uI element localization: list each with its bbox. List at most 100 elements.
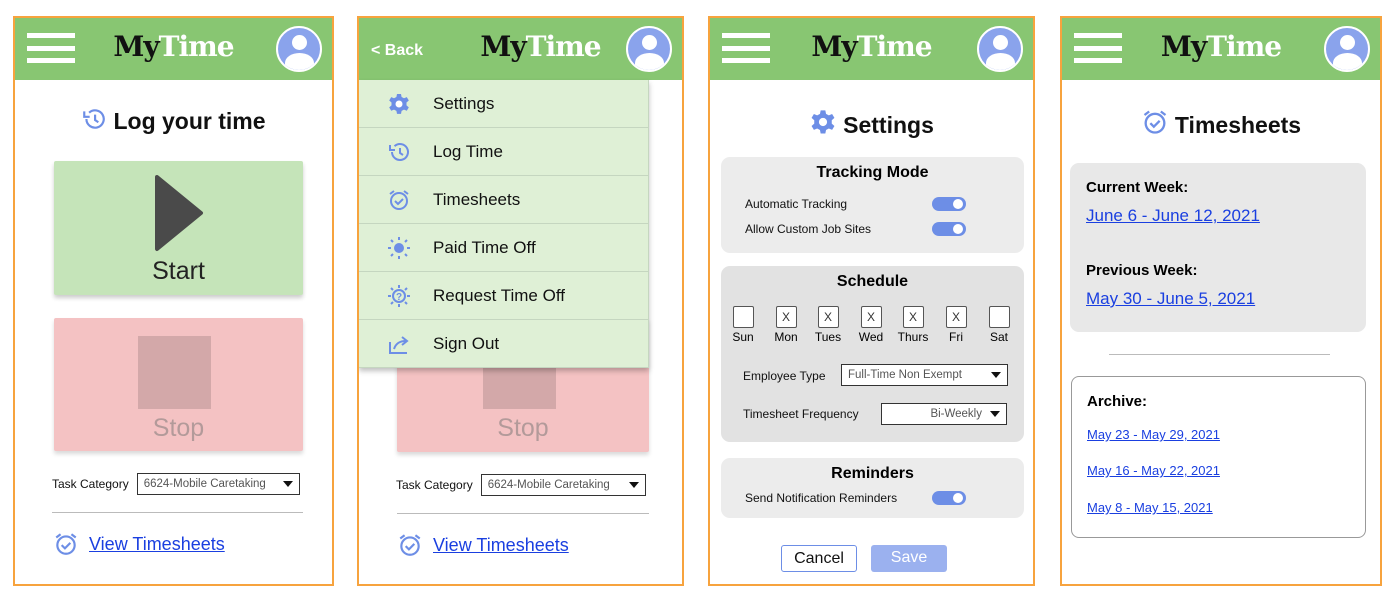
day-checkbox[interactable]: X bbox=[902, 306, 924, 328]
start-button[interactable]: Start bbox=[54, 161, 303, 295]
task-category-select[interactable]: 6624-Mobile Caretaking bbox=[480, 474, 646, 496]
sun-question-icon bbox=[387, 284, 411, 308]
menu-item-settings[interactable]: Settings bbox=[359, 80, 649, 128]
logo-my: My bbox=[1160, 30, 1207, 63]
chevron-down-icon bbox=[282, 481, 293, 487]
page-title-text: Settings bbox=[843, 112, 934, 138]
archive-label: Archive: bbox=[1087, 393, 1148, 410]
menu-item-sign-out[interactable]: Sign Out bbox=[359, 320, 649, 368]
reminders-card: Reminders Send Notification Reminders bbox=[721, 458, 1024, 518]
current-week-label: Current Week: bbox=[1086, 179, 1189, 196]
day-label: Tues bbox=[814, 330, 842, 344]
menu-item-label: Log Time bbox=[433, 141, 503, 161]
history-icon bbox=[387, 140, 411, 164]
day-checkbox[interactable]: X bbox=[775, 306, 797, 328]
menu-item-request-time-off[interactable]: Request Time Off bbox=[359, 272, 649, 320]
page-title: Timesheets bbox=[1062, 108, 1380, 139]
logo-my: My bbox=[480, 30, 526, 63]
day-thurs[interactable]: X Thurs bbox=[893, 306, 933, 344]
custom-job-sites-label: Allow Custom Job Sites bbox=[745, 222, 872, 236]
divider bbox=[1109, 354, 1330, 355]
archive-card: Archive: May 23 - May 29, 2021 May 16 - … bbox=[1071, 376, 1366, 538]
day-fri[interactable]: X Fri bbox=[936, 306, 976, 344]
stop-icon bbox=[138, 336, 211, 409]
menu-item-label: Settings bbox=[433, 93, 495, 113]
menu-item-paid-time-off[interactable]: Paid Time Off bbox=[359, 224, 649, 272]
current-week-link[interactable]: June 6 - June 12, 2021 bbox=[1086, 206, 1260, 226]
timesheet-frequency-value: Bi-Weekly bbox=[930, 408, 982, 420]
archive-link[interactable]: May 16 - May 22, 2021 bbox=[1087, 463, 1220, 478]
task-category-label: Task Category bbox=[396, 478, 473, 492]
avatar[interactable] bbox=[626, 26, 672, 72]
day-label: Wed bbox=[858, 330, 884, 344]
day-checkbox[interactable] bbox=[988, 306, 1010, 328]
day-checkbox[interactable]: X bbox=[817, 306, 839, 328]
day-mon[interactable]: X Mon bbox=[766, 306, 806, 344]
task-category-value: 6624-Mobile Caretaking bbox=[143, 478, 266, 490]
save-button[interactable]: Save bbox=[871, 545, 947, 572]
day-sat[interactable]: Sat bbox=[979, 306, 1019, 344]
stop-button[interactable]: Stop bbox=[54, 318, 303, 451]
day-checkbox[interactable] bbox=[732, 306, 754, 328]
previous-week-link[interactable]: May 30 - June 5, 2021 bbox=[1086, 289, 1255, 309]
avatar[interactable] bbox=[977, 26, 1023, 72]
view-timesheets-text[interactable]: View Timesheets bbox=[89, 534, 225, 555]
alarm-check-icon bbox=[1141, 108, 1169, 136]
menu-item-log-time[interactable]: Log Time bbox=[359, 128, 649, 176]
view-timesheets-link[interactable]: View Timesheets bbox=[53, 531, 225, 557]
app-header: MyTime bbox=[1062, 18, 1380, 80]
day-checkbox[interactable]: X bbox=[860, 306, 882, 328]
day-label: Sat bbox=[989, 330, 1008, 344]
log-time-screen: MyTime Log your time Start Stop Task Cat… bbox=[13, 16, 334, 586]
page-title-text: Log your time bbox=[113, 108, 266, 134]
logo-my: My bbox=[811, 30, 857, 63]
cancel-button[interactable]: Cancel bbox=[781, 545, 857, 572]
day-label: Mon bbox=[774, 330, 798, 344]
timesheet-frequency-select[interactable]: Bi-Weekly bbox=[881, 403, 1007, 425]
settings-screen: MyTime Settings Tracking Mode Automatic … bbox=[708, 16, 1035, 586]
employee-type-select[interactable]: Full-Time Non Exempt bbox=[841, 364, 1008, 386]
nav-menu: Settings Log Time Timesheets Paid Time O… bbox=[359, 80, 649, 368]
share-out-icon bbox=[387, 332, 411, 356]
timesheets-screen: MyTime Timesheets Current Week: June 6 -… bbox=[1060, 16, 1382, 586]
employee-type-value: Full-Time Non Exempt bbox=[848, 369, 962, 381]
avatar[interactable] bbox=[1324, 26, 1370, 72]
timesheet-frequency-label: Timesheet Frequency bbox=[743, 407, 859, 421]
logo-my: My bbox=[113, 30, 159, 63]
alarm-check-icon bbox=[387, 188, 411, 212]
notification-reminders-label: Send Notification Reminders bbox=[745, 491, 898, 505]
logo-time: Time bbox=[856, 30, 933, 63]
sun-icon bbox=[387, 236, 411, 260]
stop-label: Stop bbox=[497, 414, 549, 442]
menu-item-timesheets[interactable]: Timesheets bbox=[359, 176, 649, 224]
custom-job-sites-toggle[interactable] bbox=[932, 222, 966, 236]
app-header: < Back MyTime bbox=[359, 18, 682, 80]
archive-link[interactable]: May 23 - May 29, 2021 bbox=[1087, 427, 1220, 442]
task-category-row: Task Category 6624-Mobile Caretaking bbox=[396, 474, 646, 496]
notification-reminders-toggle[interactable] bbox=[932, 491, 966, 505]
app-header: MyTime bbox=[710, 18, 1033, 80]
archive-link[interactable]: May 8 - May 15, 2021 bbox=[1087, 500, 1213, 515]
day-wed[interactable]: X Wed bbox=[851, 306, 891, 344]
alarm-check-icon bbox=[397, 532, 423, 558]
page-title: Settings bbox=[710, 108, 1033, 139]
logo-time: Time bbox=[158, 30, 235, 63]
view-timesheets-text[interactable]: View Timesheets bbox=[433, 535, 569, 556]
menu-screen: < Back MyTime Stop Settings Log Time Tim… bbox=[357, 16, 684, 586]
chevron-down-icon bbox=[628, 482, 639, 488]
task-category-select[interactable]: 6624-Mobile Caretaking bbox=[136, 473, 300, 495]
task-category-row: Task Category 6624-Mobile Caretaking bbox=[52, 473, 300, 495]
view-timesheets-link[interactable]: View Timesheets bbox=[397, 532, 569, 558]
avatar[interactable] bbox=[276, 26, 322, 72]
day-tues[interactable]: X Tues bbox=[808, 306, 848, 344]
day-checkbox[interactable]: X bbox=[945, 306, 967, 328]
card-title: Tracking Mode bbox=[816, 164, 929, 181]
divider bbox=[397, 513, 649, 514]
day-sun[interactable]: Sun bbox=[723, 306, 763, 344]
day-label: Thurs bbox=[897, 330, 929, 344]
chevron-down-icon bbox=[990, 411, 1000, 417]
previous-week-label: Previous Week: bbox=[1086, 262, 1198, 279]
automatic-tracking-toggle[interactable] bbox=[932, 197, 966, 211]
schedule-card: Schedule Sun X Mon X Tues X Wed X Thurs X Fri… bbox=[721, 266, 1024, 442]
task-category-label: Task Category bbox=[52, 477, 129, 491]
